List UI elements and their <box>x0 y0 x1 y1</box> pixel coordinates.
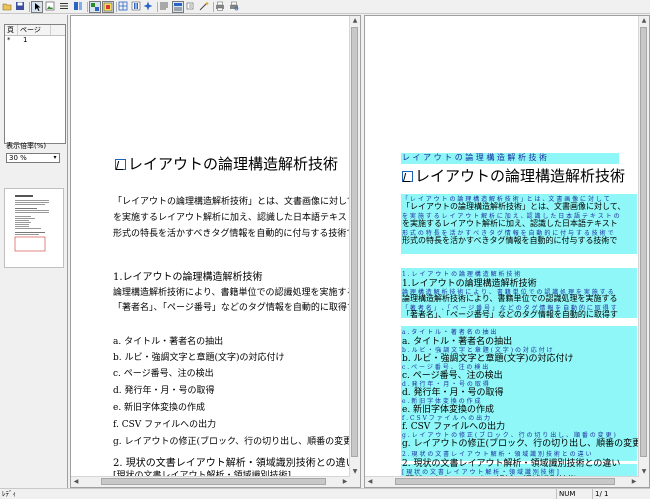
scroll-down-icon[interactable]: ▼ <box>350 467 360 477</box>
list-item[interactable]: * 1 <box>5 36 65 45</box>
block-marker-icon[interactable] <box>115 159 126 170</box>
edit-icon[interactable] <box>186 1 198 13</box>
toolbar <box>0 0 650 14</box>
page-list-header: 頁 ページ <box>5 25 65 36</box>
save-icon[interactable] <box>15 1 27 13</box>
move-icon[interactable] <box>131 1 143 13</box>
recognized-title: レ イ ア ウ ト の 論 理 構 造 解 析 技 術 <box>402 153 548 162</box>
scroll-corner <box>350 477 360 487</box>
page-panel: 頁 ページ * 1 表示倍率(%) 30 % ▾ <box>0 15 68 488</box>
scroll-thumb[interactable] <box>101 478 326 485</box>
scroll-left-icon[interactable]: ◀ <box>365 477 375 487</box>
list-item-c: c. ページ番号、注の検出 <box>113 369 214 379</box>
list-item-b: b. ルビ・強調文字と章題(文字)の対応付け <box>113 353 285 363</box>
vertical-scrollbar[interactable]: ▲ ▼ <box>349 16 360 477</box>
scroll-right-icon[interactable]: ▶ <box>340 477 350 487</box>
text-list-icon[interactable] <box>172 1 184 13</box>
scroll-left-icon[interactable]: ◀ <box>71 477 81 487</box>
row-page: 1 <box>23 36 28 44</box>
para1-line2: を実施するレイアウト解析に加え、認識した日本語テキスト <box>113 213 356 223</box>
page-current: 1/ <box>595 490 602 498</box>
scroll-thumb[interactable] <box>395 478 615 485</box>
row-mark: * <box>7 36 11 44</box>
layout-icon[interactable] <box>73 1 85 13</box>
recognized-document-view[interactable]: レ イ ア ウ ト の 論 理 構 造 解 析 技 術 レイアウトの論理構造解析… <box>364 15 650 488</box>
list-item-e: e. 新旧字体変換の作成 <box>113 403 206 413</box>
zoom-label: 表示倍率(%) <box>6 142 47 150</box>
grid-icon[interactable] <box>102 1 114 13</box>
list-item-g: g. レイアウトの修正(ブロック、行の切り出し、順番の変更) <box>113 437 356 447</box>
zoom-select[interactable]: 30 % ▾ <box>6 153 60 163</box>
scroll-up-icon[interactable]: ▲ <box>350 16 360 26</box>
list-item-f: f. CSV ファイルへの出力 <box>113 420 217 430</box>
scroll-corner <box>639 477 649 487</box>
compass-icon[interactable] <box>143 1 155 13</box>
page-thumbnail[interactable] <box>4 188 64 268</box>
para1-line1: 「レイアウトの論理構造解析技術」とは、文書画像に対して、 <box>113 197 361 207</box>
title-text: レイアウトの論理構造解析技術 <box>128 155 339 173</box>
list-item-g: g. レイアウトの修正(ブロック、行の切り出し、順番の変更) <box>402 439 645 449</box>
para-line: 形式の特長を活かすべきタグ情報を自動的に付与する技術で <box>402 236 618 245</box>
thumbnail-preview <box>14 195 49 252</box>
magic-wand-icon[interactable] <box>199 1 211 13</box>
print-icon[interactable] <box>215 1 227 13</box>
scroll-up-icon[interactable]: ▲ <box>639 16 649 26</box>
page-title: レイアウトの論理構造解析技術 <box>115 153 338 174</box>
list-icon[interactable] <box>159 1 171 13</box>
list-item-a: a. タイトル・著者名の抽出 <box>113 337 224 347</box>
para-line: 「著者名」、「ページ番号」などのタグ情報を自動的に取得す <box>402 310 618 319</box>
header-page: ページ <box>18 25 51 35</box>
list-item-d: d. 発行年・月・号の取得 <box>113 386 215 396</box>
scroll-thumb[interactable] <box>351 27 358 457</box>
page-list[interactable]: 頁 ページ * 1 <box>4 24 66 144</box>
scroll-right-icon[interactable]: ▶ <box>629 477 639 487</box>
chevron-down-icon[interactable]: ▾ <box>51 154 59 162</box>
section1-line1: 論理構造解析技術により、書籍単位での認識処理を実施する <box>113 288 356 298</box>
page-total: 1 <box>604 490 609 498</box>
zoom-value: 30 % <box>9 154 27 162</box>
page-title: レイアウトの論理構造解析技術 <box>402 165 625 186</box>
image-icon[interactable] <box>45 1 57 13</box>
print-preview-icon[interactable] <box>229 1 241 13</box>
para1-line3: 形式の特長を活かすべきタグ情報を自動的に付与する技術で <box>113 229 356 239</box>
section2-heading: 2. 現状の文書レイアウト解析・領域識別技術との違い <box>113 458 356 469</box>
horizontal-scrollbar[interactable]: ◀ ▶ <box>365 476 639 487</box>
title-text: レイアウトの論理構造解析技術 <box>415 167 626 185</box>
header-mark: 頁 <box>5 25 18 35</box>
color-icon[interactable] <box>89 1 101 13</box>
pointer-icon[interactable] <box>31 1 43 13</box>
block-marker-icon[interactable] <box>402 171 413 182</box>
section1-line2: 「著者名」、「ページ番号」などのタグ情報を自動的に取得す <box>113 303 356 313</box>
text-region-icon[interactable] <box>59 1 71 13</box>
center-icon[interactable] <box>118 1 130 13</box>
scroll-down-icon[interactable]: ▼ <box>639 467 649 477</box>
horizontal-scrollbar[interactable]: ◀ ▶ <box>71 476 350 487</box>
vertical-scrollbar[interactable]: ▲ ▼ <box>638 16 649 477</box>
scroll-thumb[interactable] <box>640 27 647 457</box>
status-bar: ﾚﾃﾞｨ NUM 1/ 1 <box>0 488 650 499</box>
original-document-view[interactable]: レイアウトの論理構造解析技術 「レイアウトの論理構造解析技術」とは、文書画像に対… <box>70 15 361 488</box>
open-icon[interactable] <box>2 1 14 13</box>
section1-heading: 1.レイアウトの論理構造解析技術 <box>113 272 263 283</box>
